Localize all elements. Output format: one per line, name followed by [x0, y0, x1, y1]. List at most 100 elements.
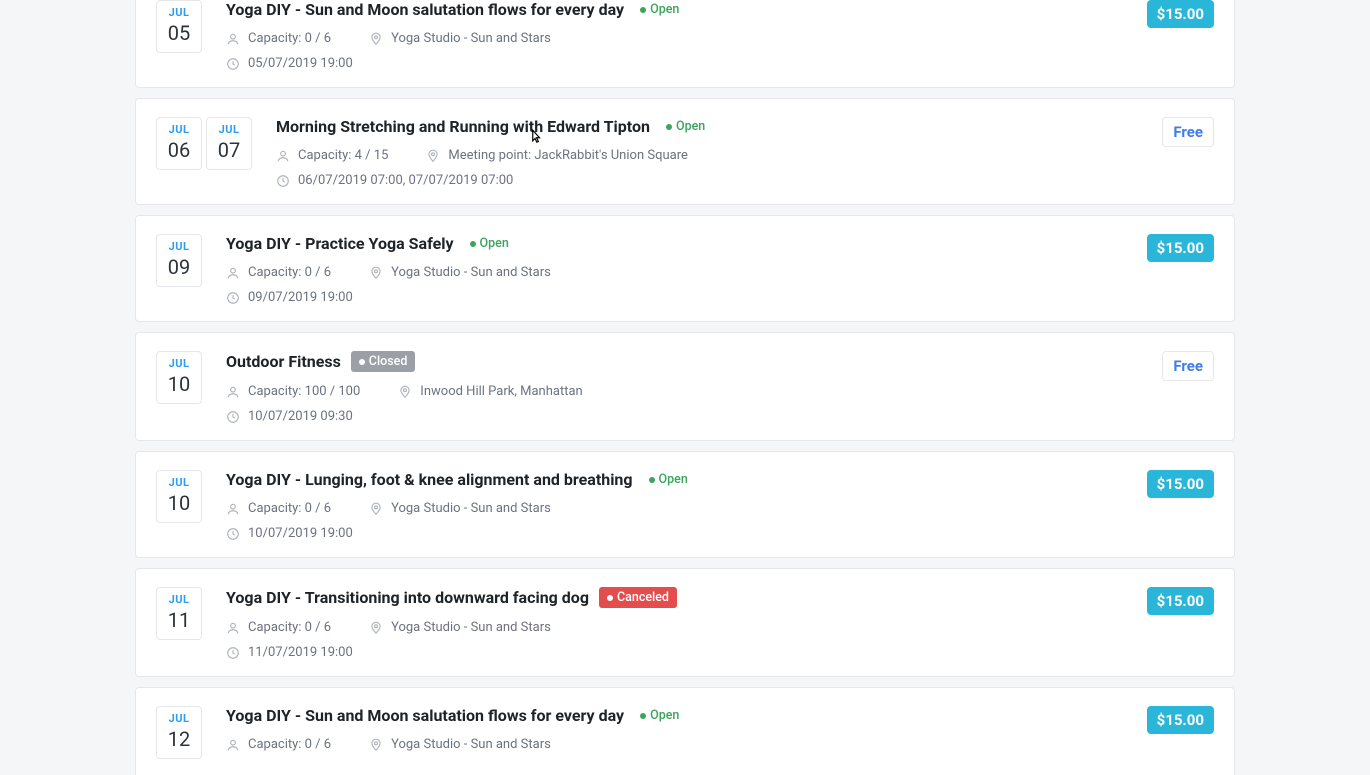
event-title[interactable]: Yoga DIY - Sun and Moon salutation flows… [226, 0, 624, 19]
person-icon [276, 149, 290, 163]
event-title[interactable]: Yoga DIY - Sun and Moon salutation flows… [226, 706, 624, 725]
date-day: 12 [157, 727, 201, 751]
event-card[interactable]: JUL09 Yoga DIY - Practice Yoga Safely Open… [135, 215, 1235, 322]
location: Inwood Hill Park, Manhattan [398, 384, 582, 399]
person-icon [226, 266, 240, 280]
event-card[interactable]: JUL 06JUL07 Morning Stretching and Running… [135, 98, 1235, 205]
date-month: JUL [157, 357, 201, 370]
pin-icon [369, 266, 383, 280]
event-body: Morning Stretching and Running with Edwa… [276, 117, 1142, 188]
title-row: Morning Stretching and Running with Edwa… [276, 117, 1142, 136]
title-row: Yoga DIY - Transitioning into downward f… [226, 587, 1127, 608]
meta-row: Capacity: 0 / 6 Yoga Studio - Sun and Sta… [226, 501, 1127, 516]
event-title[interactable]: Morning Stretching and Running with Edwa… [276, 117, 650, 136]
datetime-text: 05/07/2019 19:00 [248, 56, 353, 71]
price-column: Free [1162, 117, 1214, 147]
date-month: JUL [207, 123, 251, 136]
event-body: Yoga DIY - Sun and Moon salutation flows… [226, 0, 1127, 71]
clock-icon [226, 291, 240, 305]
price-badge: $15.00 [1147, 0, 1214, 28]
status-label: Canceled [617, 590, 669, 605]
location: Yoga Studio - Sun and Stars [369, 265, 551, 280]
date-box: JUL07 [206, 117, 252, 170]
date-column: JUL09 [156, 234, 202, 287]
title-row: Yoga DIY - Sun and Moon salutation flows… [226, 706, 1127, 725]
location-text: Meeting point: JackRabbit's Union Square [448, 148, 687, 163]
datetime: 05/07/2019 19:00 [226, 56, 353, 71]
meta-row: 10/07/2019 19:00 [226, 526, 1127, 541]
price-column: $15.00 [1147, 587, 1214, 615]
location: Meeting point: JackRabbit's Union Square [426, 148, 687, 163]
price-column: Free [1162, 351, 1214, 381]
pin-icon [369, 32, 383, 46]
pin-icon [369, 738, 383, 752]
event-title[interactable]: Yoga DIY - Transitioning into downward f… [226, 588, 589, 607]
clock-icon [226, 646, 240, 660]
status-badge: Open [634, 0, 685, 19]
title-row: Yoga DIY - Sun and Moon salutation flows… [226, 0, 1127, 19]
datetime: 11/07/2019 19:00 [226, 645, 353, 660]
event-body: Outdoor FitnessClosedCapacity: 100 / 100… [226, 351, 1142, 424]
date-column: JUL 06JUL07 [156, 117, 252, 170]
status-label: Open [650, 708, 679, 723]
capacity: Capacity: 0 / 6 [226, 31, 331, 46]
status-label: Open [659, 472, 688, 487]
status-dot-icon [359, 359, 365, 365]
location-text: Yoga Studio - Sun and Stars [391, 31, 551, 46]
person-icon [226, 738, 240, 752]
meta-row: 06/07/2019 07:00, 07/07/2019 07:00 [276, 173, 1142, 188]
event-title[interactable]: Yoga DIY - Lunging, foot & knee alignmen… [226, 470, 633, 489]
event-card[interactable]: JUL10 Outdoor FitnessClosedCapacity: 100 … [135, 332, 1235, 441]
price-badge: $15.00 [1147, 587, 1214, 615]
date-day: 10 [157, 491, 201, 515]
pin-icon [369, 621, 383, 635]
datetime: 09/07/2019 19:00 [226, 290, 353, 305]
status-badge: Open [634, 706, 685, 725]
title-row: Yoga DIY - Lunging, foot & knee alignmen… [226, 470, 1127, 489]
meta-row: Capacity: 0 / 6 Yoga Studio - Sun and Sta… [226, 620, 1127, 635]
event-body: Yoga DIY - Lunging, foot & knee alignmen… [226, 470, 1127, 541]
meta-row: Capacity: 0 / 6Yoga Studio - Sun and Sta… [226, 265, 1127, 280]
pin-icon [426, 149, 440, 163]
date-box: JUL12 [156, 706, 202, 759]
price-badge: $15.00 [1147, 470, 1214, 498]
date-day: 05 [157, 21, 201, 45]
date-day: 09 [157, 255, 201, 279]
datetime-text: 10/07/2019 09:30 [248, 409, 353, 424]
capacity: Capacity: 100 / 100 [226, 384, 360, 399]
clock-icon [276, 174, 290, 188]
person-icon [226, 385, 240, 399]
status-label: Open [676, 119, 705, 134]
datetime-text: 10/07/2019 19:00 [248, 526, 353, 541]
location: Yoga Studio - Sun and Stars [369, 620, 551, 635]
date-column: JUL10 [156, 351, 202, 404]
status-dot-icon [649, 477, 655, 483]
meta-row: Capacity: 4 / 15 Meeting point: JackRabbi… [276, 148, 1142, 163]
datetime: 10/07/2019 09:30 [226, 409, 353, 424]
capacity: Capacity: 0 / 6 [226, 620, 331, 635]
status-label: Open [650, 2, 679, 17]
capacity-text: Capacity: 4 / 15 [298, 148, 388, 163]
event-card[interactable]: JUL10 Yoga DIY - Lunging, foot & knee ali… [135, 451, 1235, 558]
date-column: JUL10 [156, 470, 202, 523]
capacity-text: Capacity: 0 / 6 [248, 501, 331, 516]
date-box: JUL11 [156, 587, 202, 640]
status-badge: Open [643, 470, 694, 489]
location-text: Yoga Studio - Sun and Stars [391, 265, 551, 280]
price-column: $15.00 [1147, 470, 1214, 498]
date-box: JUL05 [156, 0, 202, 53]
capacity-text: Capacity: 0 / 6 [248, 620, 331, 635]
date-month: JUL [157, 123, 201, 136]
status-label: Open [480, 236, 509, 251]
pin-icon [398, 385, 412, 399]
event-title[interactable]: Yoga DIY - Practice Yoga Safely [226, 234, 454, 253]
event-card[interactable]: JUL05 Yoga DIY - Sun and Moon salutation … [135, 0, 1235, 88]
event-card[interactable]: JUL12 Yoga DIY - Sun and Moon salutation … [135, 687, 1235, 775]
datetime-text: 06/07/2019 07:00, 07/07/2019 07:00 [298, 173, 513, 188]
date-day: 06 [157, 138, 201, 162]
price-badge: Free [1162, 351, 1214, 381]
location: Yoga Studio - Sun and Stars [369, 501, 551, 516]
event-card[interactable]: JUL11 Yoga DIY - Transitioning into downw… [135, 568, 1235, 677]
event-title[interactable]: Outdoor Fitness [226, 352, 341, 371]
event-body: Yoga DIY - Transitioning into downward f… [226, 587, 1127, 660]
